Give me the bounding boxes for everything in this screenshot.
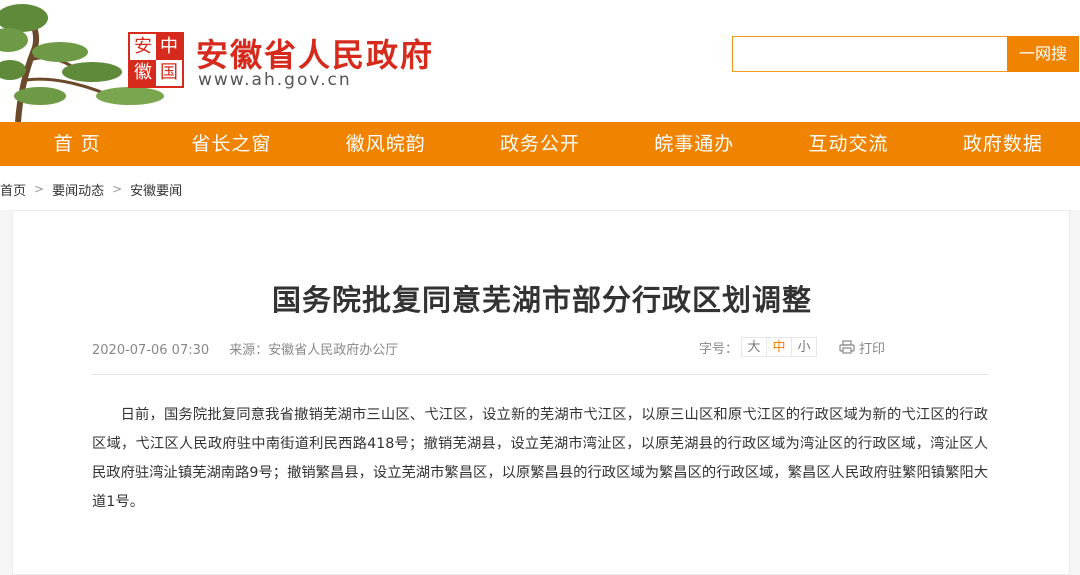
nav-item-services[interactable]: 皖事通办 (617, 122, 771, 166)
breadcrumb-separator: > (112, 182, 123, 196)
search-input[interactable] (732, 36, 1008, 72)
breadcrumb-item[interactable]: 安徽要闻 (130, 180, 182, 199)
breadcrumb-item[interactable]: 首页 (0, 180, 26, 199)
font-size-medium-button[interactable]: 中 (766, 337, 793, 357)
nav-item-public-affairs[interactable]: 政务公开 (463, 122, 617, 166)
font-size-large-button[interactable]: 大 (741, 337, 768, 357)
divider (92, 374, 988, 375)
font-size-label: 字号： (699, 341, 739, 357)
breadcrumb-separator: > (34, 182, 45, 196)
nav-item-governor[interactable]: 省长之窗 (154, 122, 308, 166)
site-header: 安 中 徽 国 安徽省人民政府 www.ah.gov.cn 一网搜 (0, 0, 1080, 122)
site-url: www.ah.gov.cn (198, 70, 352, 90)
article-meta: 2020-07-06 07:30 来源：安徽省人民政府办公厅 (92, 339, 398, 358)
nav-item-interaction[interactable]: 互动交流 (771, 122, 925, 166)
breadcrumb: 首页 > 要闻动态 > 安徽要闻 (0, 178, 182, 200)
printer-icon (839, 340, 855, 354)
nav-item-home[interactable]: 首 页 (0, 122, 154, 166)
search-button[interactable]: 一网搜 (1007, 36, 1079, 72)
nav-item-gov-data[interactable]: 政府数据 (926, 122, 1080, 166)
nav-item-culture[interactable]: 徽风皖韵 (309, 122, 463, 166)
font-size-small-button[interactable]: 小 (791, 337, 818, 357)
seal-char: 徽 (130, 60, 156, 86)
article-title: 国务院批复同意芜湖市部分行政区划调整 (271, 283, 812, 317)
article-date: 2020-07-06 07:30 (92, 343, 210, 358)
article-body: 日前，国务院批复同意我省撤销芜湖市三山区、弋江区，设立新的芜湖市弋江区，以原三山… (92, 407, 988, 510)
content-panel: 国务院批复同意芜湖市部分行政区划调整 2020-07-06 07:30 来源：安… (0, 210, 1080, 575)
seal-char: 国 (156, 60, 182, 86)
main-nav: 首 页 省长之窗 徽风皖韵 政务公开 皖事通办 互动交流 政府数据 (0, 122, 1080, 166)
seal-char: 安 (130, 34, 156, 60)
font-size-switcher: 字号： 大 中 小 (699, 336, 818, 358)
seal-logo: 安 中 徽 国 (128, 32, 184, 88)
print-label: 打印 (859, 341, 886, 357)
article-container: 国务院批复同意芜湖市部分行政区划调整 2020-07-06 07:30 来源：安… (12, 210, 1070, 575)
seal-char: 中 (156, 34, 182, 60)
breadcrumb-item[interactable]: 要闻动态 (52, 180, 104, 199)
print-button[interactable]: 打印 (839, 336, 885, 358)
article-source: 来源：安徽省人民政府办公厅 (229, 343, 399, 358)
